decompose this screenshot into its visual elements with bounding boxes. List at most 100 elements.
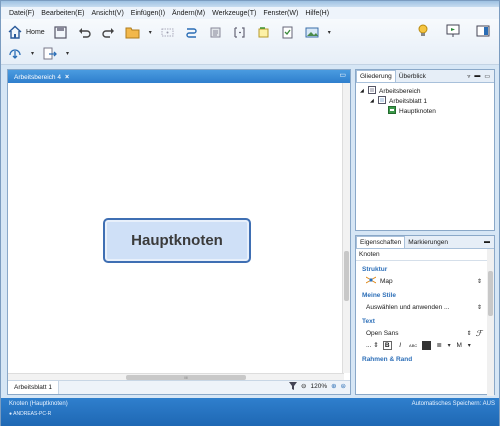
tree-item-hauptknoten[interactable]: Hauptknoten — [358, 106, 492, 116]
spinner-icon: ⇕ — [466, 330, 472, 337]
close-tab-icon[interactable]: × — [65, 74, 69, 81]
toolbar: Home ▾ ▾ ▾ ▾ — [1, 19, 499, 65]
menu-aendern[interactable]: Ändern(M) — [172, 10, 205, 17]
status-autosave[interactable]: Automatisches Speichern: AUS — [412, 401, 495, 407]
align-icon[interactable]: ≣ — [435, 341, 444, 350]
relationship-icon[interactable] — [160, 24, 176, 40]
bold-button[interactable]: B — [382, 340, 392, 350]
import-icon[interactable] — [7, 45, 23, 61]
outline-tree: ◢ Arbeitsbereich ◢ Arbeitsblatt 1 Hauptk… — [356, 83, 494, 119]
boundary-icon[interactable] — [184, 24, 200, 40]
vertical-scrollbar[interactable] — [342, 83, 350, 373]
undo-icon[interactable] — [77, 24, 93, 40]
workbook-icon — [368, 86, 376, 96]
home-button[interactable]: Home — [7, 23, 45, 41]
zoom-fit-icon[interactable]: ⊜ — [341, 382, 346, 390]
presentation-icon[interactable] — [445, 23, 461, 39]
import-dropdown-icon[interactable]: ▾ — [31, 50, 34, 57]
status-user: ● ANDREAS-PC-R — [9, 411, 51, 417]
sheet-tab-1[interactable]: Arbeitsblatt 1 — [8, 381, 59, 394]
map-structure-icon — [365, 276, 377, 286]
expand-icon[interactable]: ◢ — [370, 98, 375, 104]
status-selection: Knoten (Hauptknoten) — [9, 401, 68, 407]
vertical-scroll-thumb[interactable] — [344, 251, 349, 301]
font-style-icon[interactable]: ℱ — [476, 329, 482, 338]
menu-bar: Datei(F) Bearbeiten(E) Ansicht(V) Einfüg… — [1, 7, 499, 19]
menu-fenster[interactable]: Fenster(W) — [263, 10, 298, 17]
spinner-icon: ⇕ — [476, 304, 482, 311]
strikethrough-button[interactable]: ABC — [409, 341, 418, 350]
tree-label: Arbeitsbereich — [379, 87, 421, 95]
export-dropdown-icon[interactable]: ▾ — [66, 50, 69, 57]
image-dropdown-icon[interactable]: ▾ — [328, 29, 331, 36]
case-icon[interactable]: M — [455, 341, 464, 350]
stile-select[interactable]: Auswählen und anwenden ... ⇕ — [356, 301, 494, 313]
menu-ansicht[interactable]: Ansicht(V) — [91, 10, 123, 17]
zoom-in-icon[interactable]: ⊕ — [331, 382, 336, 390]
menu-datei[interactable]: Datei(F) — [9, 10, 34, 17]
image-icon[interactable] — [304, 24, 320, 40]
save-icon[interactable] — [53, 24, 69, 40]
menu-bearbeiten[interactable]: Bearbeiten(E) — [41, 10, 84, 17]
outline-panel: Gliederung Überblick ▿ ▬ ▭ ◢ Arbeitsbere… — [355, 69, 495, 231]
zoom-out-icon[interactable]: ⊖ — [301, 382, 306, 390]
font-size-select[interactable]: ... ⇕ — [366, 341, 379, 349]
tab-markierungen[interactable]: Markierungen — [405, 236, 451, 248]
editor-pane: Arbeitsbereich 4 × ▭ Hauptknoten III Arb… — [7, 69, 351, 395]
task-icon[interactable] — [280, 24, 296, 40]
status-bar: Knoten (Hauptknoten) ● ANDREAS-PC-R Auto… — [1, 398, 499, 426]
expand-icon[interactable]: ◢ — [360, 88, 365, 94]
struktur-value: Map — [380, 277, 393, 285]
editor-tab-strip: Arbeitsbereich 4 × ▭ — [8, 70, 350, 83]
case-dropdown-icon[interactable]: ▾ — [468, 342, 471, 349]
note-icon[interactable] — [256, 24, 272, 40]
struktur-select[interactable]: Map ⇕ — [356, 275, 494, 287]
insert-dropdown-icon[interactable]: ▾ — [149, 29, 152, 36]
lightbulb-icon[interactable] — [415, 23, 431, 39]
italic-button[interactable]: I — [396, 341, 405, 350]
summary-icon[interactable] — [208, 24, 224, 40]
tab-eigenschaften[interactable]: Eigenschaften — [356, 236, 406, 248]
menu-hilfe[interactable]: Hilfe(H) — [305, 10, 329, 17]
zoom-level: 120% — [310, 382, 328, 390]
filter-icon[interactable] — [289, 382, 298, 390]
status-user-name: ANDREAS-PC-R — [13, 411, 52, 417]
tree-item-arbeitsblatt[interactable]: ◢ Arbeitsblatt 1 — [358, 96, 492, 106]
section-text: Text — [362, 318, 375, 325]
section-rahmen: Rahmen & Rand — [362, 356, 413, 363]
text-format-row: ... ⇕ B I ABC ≣ ▾ M ▾ — [356, 339, 494, 351]
export-icon[interactable] — [42, 45, 58, 61]
mindmap-canvas[interactable]: Hauptknoten — [8, 83, 344, 373]
font-select[interactable]: Open Sans ⇕ ℱ — [356, 327, 494, 339]
properties-panel: Eigenschaften Markierungen ▬ Knoten Stru… — [355, 235, 495, 396]
align-dropdown-icon[interactable]: ▾ — [448, 342, 451, 349]
panel-minimize-icon[interactable]: ▬ — [474, 73, 480, 79]
properties-header: Knoten — [356, 249, 494, 261]
callout-icon[interactable] — [232, 24, 248, 40]
layout-panel-icon[interactable] — [475, 23, 491, 39]
tab-arbeitsbereich[interactable]: Arbeitsbereich 4 × — [10, 71, 73, 83]
tree-item-arbeitsbereich[interactable]: ◢ Arbeitsbereich — [358, 86, 492, 96]
panel-menu-icon[interactable]: ▿ — [467, 73, 470, 80]
redo-icon[interactable] — [101, 24, 117, 40]
app-window: Datei(F) Bearbeiten(E) Ansicht(V) Einfüg… — [0, 0, 500, 426]
tab-gliederung[interactable]: Gliederung — [356, 70, 396, 82]
menu-werkzeuge[interactable]: Werkzeuge(T) — [212, 10, 256, 17]
sheet-bar: Arbeitsblatt 1 ⊖ 120% ⊕ ⊜ — [8, 380, 350, 394]
text-color-swatch[interactable] — [421, 340, 431, 350]
zoom-controls: ⊖ 120% ⊕ ⊜ — [289, 382, 346, 390]
section-struktur: Struktur — [362, 266, 388, 273]
section-meine-stile: Meine Stile — [362, 292, 396, 299]
properties-scroll-thumb[interactable] — [488, 271, 493, 316]
panel-minimize-icon[interactable]: ▬ — [484, 239, 490, 245]
tree-label: Arbeitsblatt 1 — [389, 97, 427, 105]
sheet-icon — [378, 96, 386, 106]
menu-einfuegen[interactable]: Einfügen(I) — [131, 10, 165, 17]
properties-scrollbar[interactable] — [487, 249, 494, 396]
insert-topic-icon[interactable] — [125, 24, 141, 40]
central-topic[interactable]: Hauptknoten — [103, 218, 251, 263]
tree-label: Hauptknoten — [399, 107, 436, 115]
minimize-icon[interactable]: ▭ — [339, 71, 346, 79]
panel-maximize-icon[interactable]: ▭ — [484, 73, 490, 80]
tab-ueberblick[interactable]: Überblick — [396, 70, 429, 82]
